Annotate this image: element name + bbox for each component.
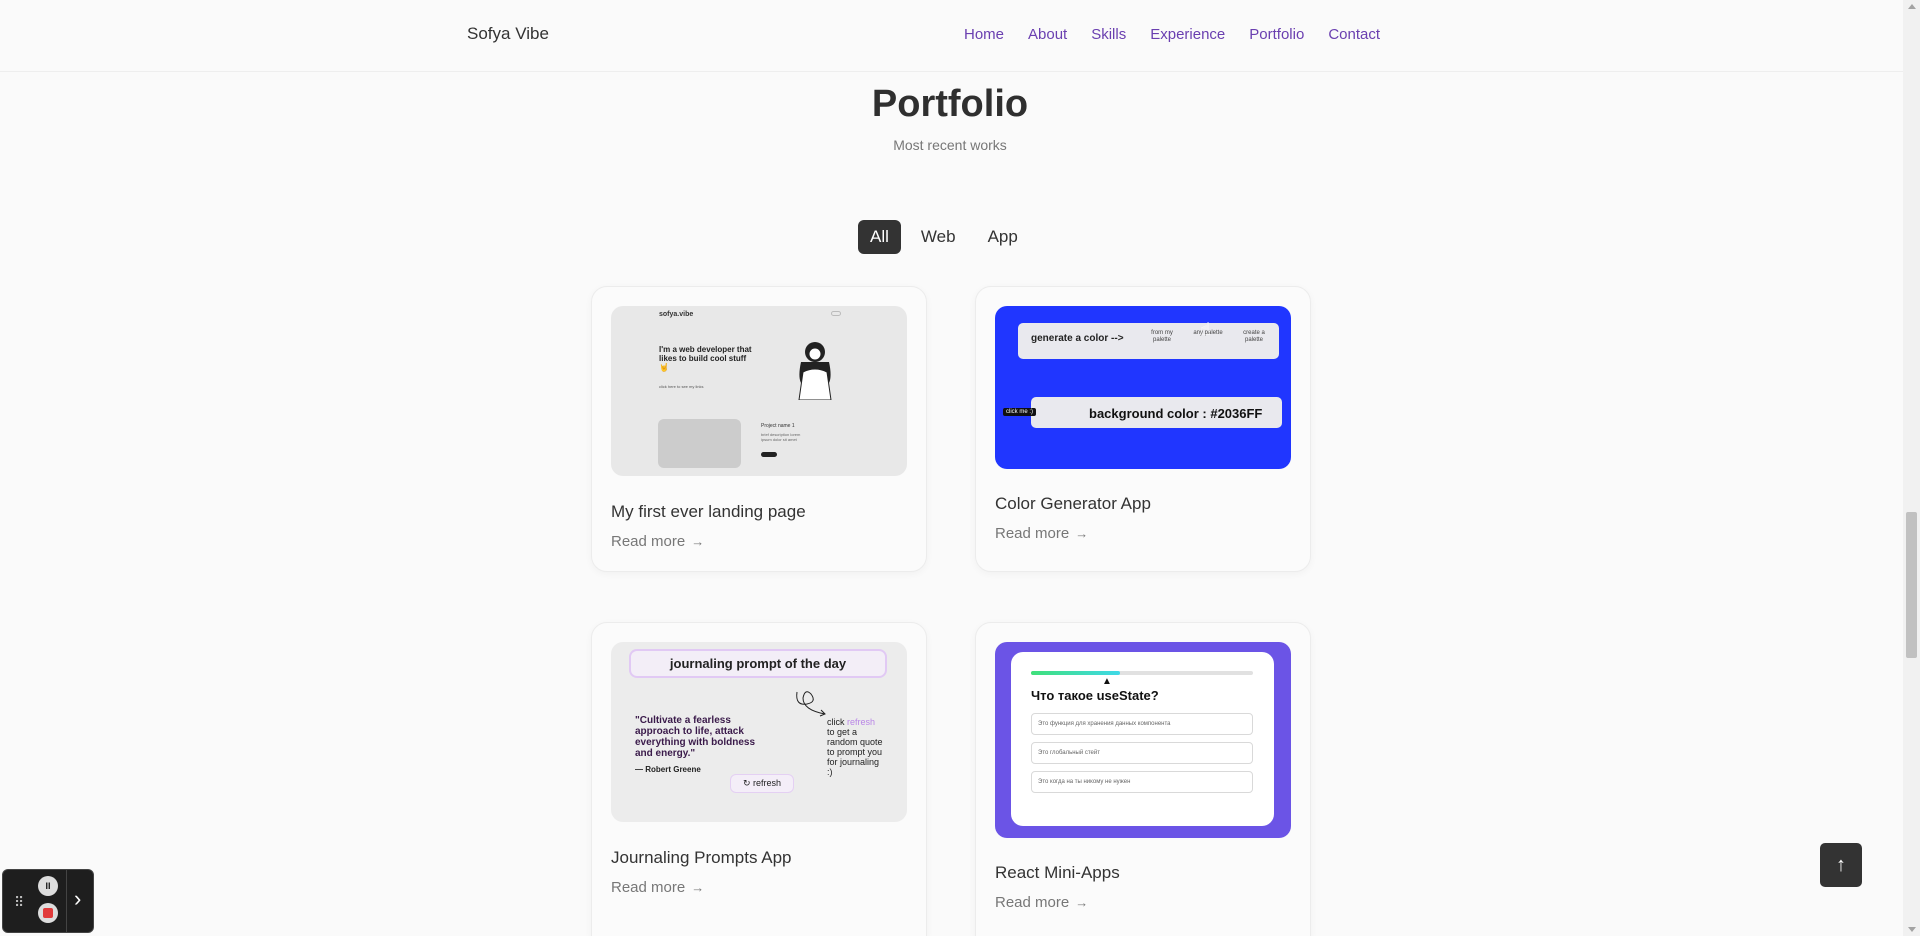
read-more-link[interactable]: Read more →: [995, 894, 1088, 911]
refresh-icon: ↻: [742, 778, 751, 788]
thumb-side-accent: refresh: [847, 717, 876, 727]
card-title: React Mini-Apps: [995, 863, 1120, 882]
arrow-right-icon: →: [1075, 526, 1089, 541]
filter-all[interactable]: All: [858, 220, 901, 254]
portfolio-card-react[interactable]: ▲ Что такое useState? Это функция для хр…: [975, 622, 1311, 936]
divider: [66, 870, 67, 932]
thumb-quote: "Cultivate a fearless approach to life, …: [635, 715, 756, 759]
scroll-up-icon[interactable]: [1908, 4, 1916, 9]
thumb-side-rest: to get a random quote to prompt you for …: [827, 727, 883, 777]
section-subtitle: Most recent works: [893, 137, 1007, 153]
thumb-generate-text: generate a color -->: [1031, 333, 1124, 344]
arrow-right-icon: →: [691, 880, 705, 895]
thumb-toggle: [831, 311, 841, 316]
hand-pointer-icon: ☝: [1200, 319, 1211, 339]
portfolio-card-journaling[interactable]: journaling prompt of the day "Cultivate …: [591, 622, 927, 936]
portfolio-filters: All Web App: [858, 220, 1030, 254]
read-more-link[interactable]: Read more →: [611, 879, 704, 896]
thumb-progress-bar: [1031, 671, 1253, 675]
curly-arrow-icon: [796, 691, 826, 717]
thumb-logo: sofya.vibe: [659, 311, 694, 318]
drag-handle-icon[interactable]: ⠿: [14, 894, 24, 911]
stop-icon[interactable]: [38, 903, 58, 923]
card-title: Color Generator App: [995, 494, 1151, 513]
card-title: My first ever landing page: [611, 502, 806, 521]
pause-icon[interactable]: II: [38, 876, 58, 896]
card-thumbnail[interactable]: ▲ Что такое useState? Это функция для хр…: [995, 642, 1291, 838]
section-title: Portfolio: [871, 83, 1029, 125]
read-more-link[interactable]: Read more →: [995, 525, 1088, 542]
back-to-top-button[interactable]: ↑: [1820, 843, 1862, 887]
thumb-side-text: click refresh to get a random quote to p…: [827, 717, 885, 777]
thumb-answer: Это когда на ты никому не нужен: [1031, 771, 1253, 793]
thumb-side-prefix: click: [827, 717, 847, 727]
filter-web[interactable]: Web: [909, 220, 968, 254]
girl-illustration-icon: [798, 342, 832, 400]
card-thumbnail[interactable]: generate a color --> from my palette any…: [995, 306, 1291, 469]
portfolio-card-landing[interactable]: sofya.vibe I'm a web developer that like…: [591, 286, 927, 572]
card-thumbnail[interactable]: journaling prompt of the day "Cultivate …: [611, 642, 907, 822]
thumb-refresh-button: ↻ refresh: [730, 774, 794, 793]
nav-portfolio[interactable]: Portfolio: [1249, 26, 1304, 43]
read-more-label: Read more: [995, 525, 1070, 542]
site-header: Sofya Vibe Home About Skills Experience …: [0, 0, 1920, 72]
nav-home[interactable]: Home: [964, 26, 1004, 43]
thumb-refresh-label: refresh: [753, 778, 782, 788]
read-more-label: Read more: [611, 533, 686, 550]
thumb-hero-text: I'm a web developer that likes to build …: [659, 345, 752, 372]
site-logo[interactable]: Sofya Vibe: [467, 24, 549, 44]
nav-about[interactable]: About: [1028, 26, 1067, 43]
nav-skills[interactable]: Skills: [1091, 26, 1126, 43]
arrow-up-icon: ↑: [1836, 854, 1846, 876]
thumb-author: — Robert Greene: [635, 765, 701, 774]
thumb-project-image: [658, 419, 741, 468]
thumb-quiz-panel: [1011, 652, 1274, 826]
main-nav: Home About Skills Experience Portfolio C…: [964, 26, 1404, 43]
thumb-project-desc: brief description lorem ipsum dolor sit …: [761, 432, 801, 442]
scrollbar-thumb[interactable]: [1906, 512, 1917, 658]
read-more-label: Read more: [611, 879, 686, 896]
thumb-option: from my palette: [1151, 330, 1173, 343]
chevron-right-icon[interactable]: ›: [74, 886, 81, 912]
read-more-label: Read more: [995, 894, 1070, 911]
arrow-right-icon: →: [691, 534, 705, 549]
portfolio-card-color[interactable]: generate a color --> from my palette any…: [975, 286, 1311, 572]
thumb-progress-fill: [1031, 671, 1120, 675]
screen-recorder-widget: ⠿ II ›: [2, 869, 94, 933]
thumb-answer: Это функция для хранения данных компонен…: [1031, 713, 1253, 735]
thumb-project-button: [761, 452, 777, 457]
thumb-answer: Это глобальный стейт: [1031, 742, 1253, 764]
read-more-link[interactable]: Read more →: [611, 533, 704, 550]
filter-app[interactable]: App: [976, 220, 1030, 254]
thumb-click-text: click here to see my links: [659, 384, 704, 389]
page-scrollbar[interactable]: [1903, 0, 1920, 936]
thumb-option: create a palette: [1243, 330, 1265, 343]
thumb-project-name: Project name 1: [761, 423, 795, 429]
scroll-down-icon[interactable]: [1908, 927, 1916, 932]
card-title: Journaling Prompts App: [611, 848, 792, 867]
thumb-question: Что такое useState?: [1031, 688, 1159, 703]
thumb-click-me: click me :): [1003, 408, 1036, 416]
nav-contact[interactable]: Contact: [1328, 26, 1380, 43]
arrow-right-icon: →: [1075, 895, 1089, 910]
nav-experience[interactable]: Experience: [1150, 26, 1225, 43]
thumb-heading: journaling prompt of the day: [629, 649, 887, 678]
card-thumbnail[interactable]: sofya.vibe I'm a web developer that like…: [611, 306, 907, 476]
mouse-pointer-icon: ▲: [1102, 676, 1112, 687]
thumb-background-text: background color : #2036FF: [1089, 406, 1263, 421]
